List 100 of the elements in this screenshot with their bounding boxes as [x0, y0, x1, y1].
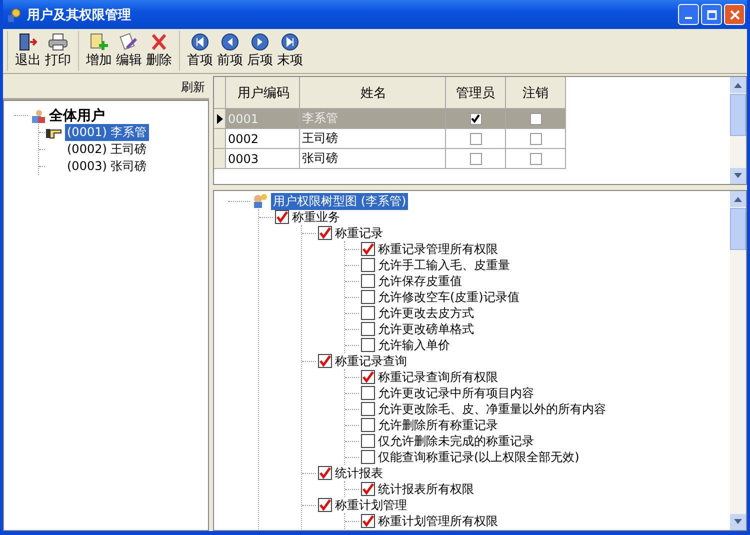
checkbox[interactable]	[361, 290, 375, 304]
scroll-up-button[interactable]	[730, 191, 746, 207]
checkbox[interactable]	[318, 498, 332, 512]
table-cell: 王司磅	[300, 129, 446, 149]
last-icon	[281, 33, 299, 51]
permission-label[interactable]: 称重记录	[335, 224, 383, 242]
table-cell: 李系管	[300, 109, 446, 129]
delete-icon	[149, 33, 169, 51]
tree-item[interactable]: (0003) 张司磅	[65, 158, 149, 175]
checkbox[interactable]	[361, 418, 375, 432]
checkbox[interactable]	[470, 132, 482, 144]
table-cell: 0002	[226, 129, 300, 149]
permission-label[interactable]: 称重记录查询	[335, 352, 407, 370]
column-header[interactable]: 姓名	[300, 77, 446, 109]
toolbar-button[interactable]: 首项	[186, 33, 214, 69]
down-arrow-icon	[734, 173, 742, 179]
tree-item[interactable]: (0002) 王司磅	[65, 141, 149, 158]
table-row[interactable]: 0002 王司磅	[214, 129, 730, 149]
checkbox[interactable]	[318, 466, 332, 480]
permission-label[interactable]: 仅允许删除未完成的称重记录	[378, 432, 534, 450]
close-button[interactable]	[724, 4, 745, 25]
scroll-down-button[interactable]	[730, 514, 746, 530]
permission-label[interactable]: 称重计划管理所有权限	[378, 512, 498, 530]
permission-label[interactable]: 允许手工输入毛、皮重量	[378, 256, 510, 274]
toolbar-button[interactable]: 末项	[276, 33, 304, 69]
scroll-thumb[interactable]	[730, 208, 746, 250]
refresh-button[interactable]: 刷新	[177, 78, 209, 96]
scroll-thumb[interactable]	[730, 94, 746, 136]
app-icon	[6, 6, 22, 22]
column-header[interactable]: 管理员	[446, 77, 506, 109]
checkbox[interactable]	[361, 450, 375, 464]
permission-label[interactable]: 允许删除所有称重记录	[378, 416, 498, 434]
checkbox[interactable]	[361, 306, 375, 320]
checkbox[interactable]	[470, 152, 482, 164]
toolbar-button[interactable]: 打印	[44, 33, 72, 69]
scroll-up-button[interactable]	[730, 77, 746, 93]
checkbox[interactable]	[361, 258, 375, 272]
previous-icon	[221, 33, 239, 51]
document-add-icon	[89, 33, 109, 51]
permission-label[interactable]: 允许更改记录中所有项目内容	[378, 384, 534, 402]
toolbar-button[interactable]: 删除	[145, 33, 173, 69]
toolbar-button[interactable]: 编辑	[115, 33, 143, 69]
permission-label[interactable]: 称重记录管理所有权限	[378, 240, 498, 258]
pointing-hand-icon	[45, 126, 63, 138]
toolbar-button[interactable]: 增加	[85, 33, 113, 69]
maximize-button[interactable]	[701, 4, 722, 25]
checkbox[interactable]	[361, 338, 375, 352]
checkbox[interactable]	[361, 402, 375, 416]
checkbox[interactable]	[530, 112, 542, 124]
checkbox[interactable]	[361, 386, 375, 400]
column-header[interactable]: 用户编码	[226, 77, 300, 109]
door-icon	[18, 33, 38, 51]
checkbox[interactable]	[318, 354, 332, 368]
checkbox[interactable]	[361, 274, 375, 288]
user-key-icon	[252, 193, 268, 209]
next-icon	[251, 33, 269, 51]
permission-label[interactable]: 允许修改空车(皮重)记录值	[378, 288, 520, 306]
checkbox[interactable]	[361, 514, 375, 528]
column-header[interactable]: 注销	[506, 77, 566, 109]
checkbox[interactable]	[361, 482, 375, 496]
maximize-icon	[706, 10, 716, 20]
checkbox[interactable]	[361, 242, 375, 256]
permission-label[interactable]: 称重业务	[292, 208, 340, 226]
row-pointer-icon	[216, 114, 222, 124]
close-icon	[730, 10, 740, 20]
table-cell: 张司磅	[300, 149, 446, 169]
permission-label[interactable]: 称重记录查询所有权限	[378, 368, 498, 386]
toolbar-button[interactable]: 前项	[216, 33, 244, 69]
toolbar-button[interactable]: 退出	[14, 33, 42, 69]
checkbox[interactable]	[361, 370, 375, 384]
checkbox[interactable]	[361, 322, 375, 336]
permission-label[interactable]: 仅能查询称重记录(以上权限全部无效)	[378, 448, 580, 466]
permission-label[interactable]: 允许保存皮重值	[378, 272, 462, 290]
minimize-icon	[685, 17, 692, 19]
checkbox[interactable]	[530, 132, 542, 144]
toolbar-button[interactable]: 后项	[246, 33, 274, 69]
permission-label[interactable]: 允许更改磅单格式	[378, 320, 474, 338]
scroll-down-button[interactable]	[730, 168, 746, 184]
checkbox[interactable]	[275, 210, 289, 224]
permission-label[interactable]: 统计报表	[335, 464, 383, 482]
checkbox[interactable]	[318, 226, 332, 240]
tree-root-label[interactable]: 用户权限树型图 (李系管)	[271, 192, 408, 210]
permission-label[interactable]: 允许输入单价	[378, 336, 450, 354]
checkbox[interactable]	[361, 434, 375, 448]
window-title: 用户及其权限管理	[27, 6, 131, 24]
checkbox[interactable]	[530, 152, 542, 164]
vertical-scrollbar[interactable]	[730, 77, 746, 184]
up-arrow-icon	[734, 82, 742, 88]
permission-label[interactable]: 允许更改去皮方式	[378, 304, 474, 322]
table-row[interactable]: 0003 张司磅	[214, 149, 730, 169]
first-icon	[191, 33, 209, 51]
up-arrow-icon	[734, 196, 742, 202]
tree-item[interactable]: 全体用户	[49, 106, 105, 124]
permission-label[interactable]: 称重计划管理	[335, 496, 407, 514]
tree-item[interactable]: (0001) 李系管	[65, 124, 149, 141]
permission-label[interactable]: 允许更改除毛、皮、净重量以外的所有内容	[378, 400, 606, 418]
vertical-scrollbar[interactable]	[730, 191, 746, 530]
permission-label[interactable]: 统计报表所有权限	[378, 480, 474, 498]
minimize-button[interactable]	[678, 4, 699, 25]
checkbox[interactable]	[470, 112, 482, 124]
